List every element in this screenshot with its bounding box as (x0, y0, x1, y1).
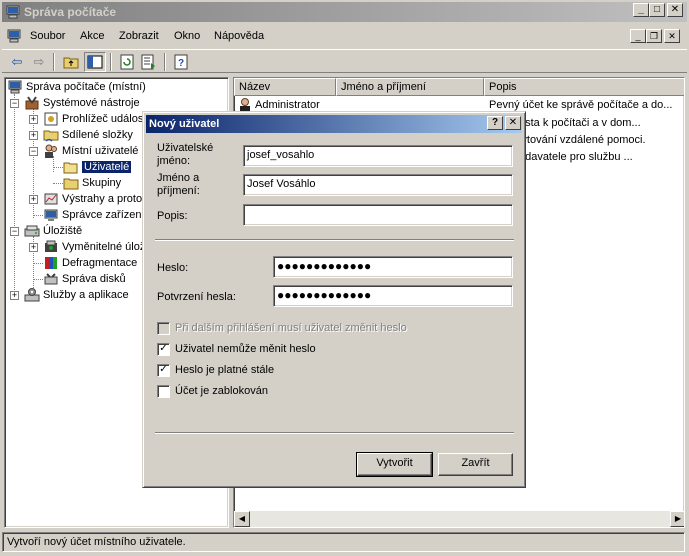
close-button[interactable]: ✕ (667, 3, 683, 17)
column-header-fullname[interactable]: Jméno a příjmení (336, 78, 484, 96)
minimize-button[interactable]: _ (633, 3, 649, 17)
scroll-right-icon[interactable]: ▶ (670, 511, 684, 527)
password-input[interactable]: ●●●●●●●●●●●●● (273, 256, 513, 278)
tree-item-vystrahy[interactable]: Výstrahy a proto (43, 191, 142, 207)
tree-item-sprava-disku[interactable]: Správa disků (43, 271, 126, 287)
maximize-button[interactable]: □ (649, 3, 665, 17)
description-label: Popis: (157, 210, 188, 222)
separator (155, 239, 514, 241)
checkbox-box[interactable] (157, 322, 170, 335)
checkbox-box[interactable]: ✓ (157, 343, 170, 356)
tree-item-systemove-nastroje[interactable]: Systémové nástroje (24, 95, 140, 111)
create-button[interactable]: Vytvořit (356, 452, 433, 477)
export-list-icon[interactable] (138, 52, 160, 72)
tree-item-sdilene-slozky[interactable]: Sdílené složky (43, 127, 133, 143)
menu-akce[interactable]: Akce (80, 30, 104, 42)
tree-item-prohlizec[interactable]: Prohlížeč událostí (43, 111, 149, 127)
users-icon (45, 144, 57, 158)
mdi-close-button[interactable]: ✕ (664, 29, 680, 43)
close-icon[interactable]: ✕ (505, 116, 521, 130)
disk-management-icon (44, 273, 58, 285)
expand-prohlizec[interactable]: + (29, 115, 38, 124)
computer-icon[interactable] (6, 28, 22, 44)
description-input[interactable] (243, 204, 513, 226)
tree-item-defragmentace[interactable]: Defragmentace (43, 255, 137, 271)
refresh-icon[interactable] (116, 52, 138, 72)
tree-root[interactable]: Správa počítače (místní) (7, 79, 146, 95)
tree-item-mistni-uzivatele[interactable]: Místní uživatelé a (43, 143, 148, 159)
account-disabled-checkbox[interactable]: Účet je zablokován (157, 385, 517, 401)
username-input[interactable]: josef_vosahlo (243, 145, 513, 167)
checkbox-box[interactable] (157, 385, 170, 398)
shared-folder-icon (43, 130, 59, 142)
cannot-change-password-checkbox[interactable]: ✓ Uživatel nemůže měnit heslo (157, 343, 517, 359)
up-folder-icon[interactable] (60, 52, 82, 72)
window-title: Správa počítače (24, 5, 117, 19)
fullname-label: Jméno a příjmení: (157, 172, 200, 197)
tree-item-vymenitelne[interactable]: Vyměnitelné úlož (43, 239, 145, 255)
fullname-input[interactable]: Josef Vosáhlo (243, 174, 513, 196)
tree-item-sluzby[interactable]: Služby a aplikace (24, 287, 129, 303)
help-icon[interactable]: ? (170, 52, 192, 72)
close-button[interactable]: Zavřít (438, 453, 513, 476)
status-bar: Vytvoří nový účet místního uživatele. (2, 532, 685, 552)
event-viewer-icon (44, 112, 58, 126)
must-change-password-checkbox[interactable]: Při dalším přihlášení musí uživatel změn… (157, 322, 517, 338)
column-header-name[interactable]: Název (234, 78, 336, 96)
help-icon[interactable]: ? (487, 116, 503, 130)
mdi-minimize-button[interactable]: _ (630, 29, 646, 43)
collapse-uloziste[interactable]: − (10, 227, 19, 236)
device-manager-icon (44, 209, 58, 221)
services-icon (24, 288, 40, 302)
confirm-password-input[interactable]: ●●●●●●●●●●●●● (273, 285, 513, 307)
confirm-password-label: Potvrzení hesla: (157, 291, 236, 303)
forward-icon[interactable]: ⇨ (28, 52, 50, 72)
password-never-expires-checkbox[interactable]: ✓ Heslo je platné stále (157, 364, 517, 380)
removable-storage-icon (45, 240, 57, 252)
expand-vystrahy[interactable]: + (29, 195, 38, 204)
password-label: Heslo: (157, 262, 189, 274)
toolbar: ⇦ ⇨ ? (2, 49, 687, 73)
menu-napoveda[interactable]: Nápověda (214, 30, 264, 42)
collapse-mistni[interactable]: − (29, 147, 38, 156)
tree-item-spravce-zarizeni[interactable]: Správce zařízení (43, 207, 145, 223)
tree-item-uzivatele[interactable]: Uživatelé (63, 159, 132, 175)
mdi-restore-button[interactable]: ❐ (646, 29, 662, 43)
dialog-title-bar: Nový uživatel (146, 115, 522, 133)
horizontal-scrollbar[interactable]: ◀ ▶ (234, 511, 684, 527)
tools-icon (25, 96, 39, 110)
folder-icon (63, 178, 79, 190)
computer-icon (6, 5, 20, 19)
separator (155, 432, 514, 434)
computer-icon (8, 80, 22, 94)
tree-item-skupiny[interactable]: Skupiny (63, 175, 121, 191)
menu-okno[interactable]: Okno (174, 30, 200, 42)
back-icon[interactable]: ⇦ (6, 52, 28, 72)
menu-zobrazit[interactable]: Zobrazit (119, 30, 159, 42)
dialog-title: Nový uživatel (149, 118, 220, 130)
scroll-left-icon[interactable]: ◀ (234, 511, 250, 527)
title-bar: Správa počítače (2, 2, 687, 22)
svg-text:?: ? (178, 58, 184, 69)
username-label: Uživatelské jméno: (157, 142, 214, 167)
checkbox-box[interactable]: ✓ (157, 364, 170, 377)
column-header-description[interactable]: Popis (484, 78, 684, 96)
show-hide-tree-icon[interactable] (84, 52, 106, 72)
expand-sluzby[interactable]: + (10, 291, 19, 300)
collapse-systemove[interactable]: − (10, 99, 19, 108)
folder-open-icon (63, 162, 78, 174)
expand-vymenitelne[interactable]: + (29, 243, 38, 252)
expand-sdilene[interactable]: + (29, 131, 38, 140)
menu-soubor[interactable]: Soubor (30, 30, 65, 42)
menu-bar: Soubor Akce Zobrazit Okno Nápověda (2, 25, 687, 47)
tree-item-uloziste[interactable]: Úložiště (24, 223, 82, 239)
storage-icon (24, 225, 40, 237)
defrag-icon (45, 257, 57, 269)
alerts-icon (44, 193, 58, 205)
new-user-dialog: Nový uživatel ? ✕ Uživatelské jméno: jose… (142, 111, 526, 488)
